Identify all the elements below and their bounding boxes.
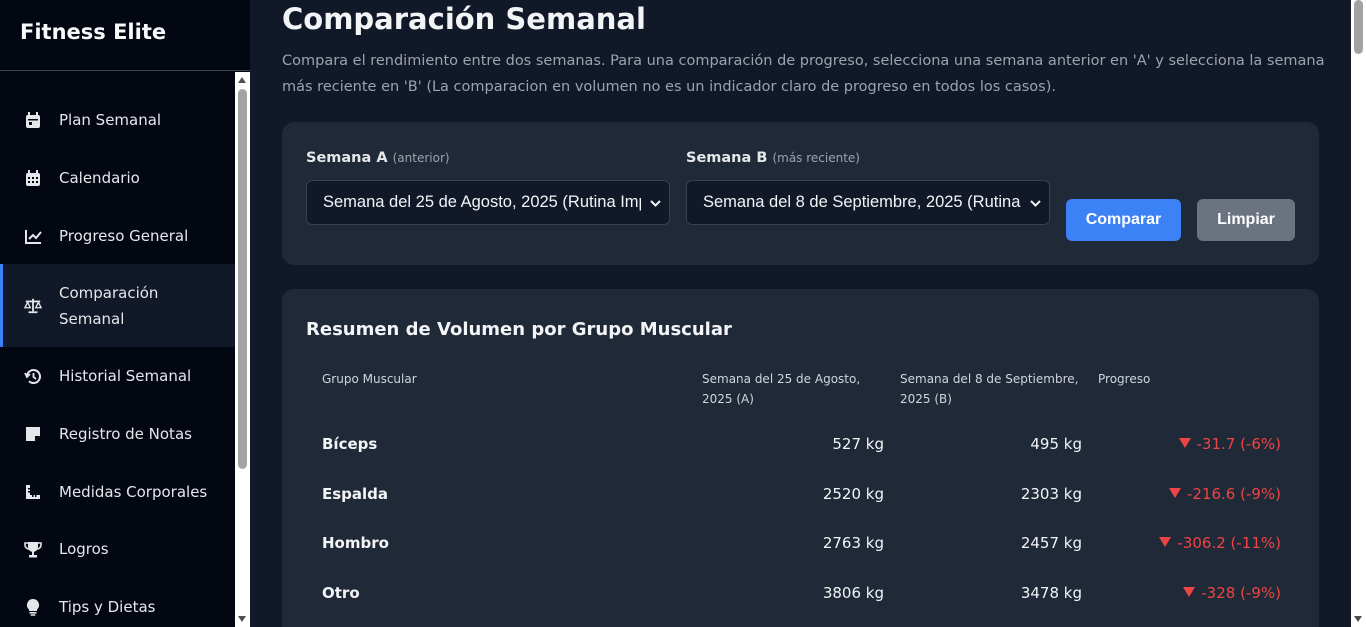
chevron-down-icon [641, 196, 669, 210]
progress-cell: -306.2 (-11%) [1159, 533, 1281, 553]
sidebar-scrollbar-thumb[interactable] [238, 89, 247, 469]
sidebar-item-label: Comparación Semanal [59, 283, 159, 328]
progress-cell: -31.7 (-6%) [1178, 434, 1282, 454]
week-b-select[interactable]: Semana del 8 de Septiembre, 2025 (Rutina… [686, 180, 1050, 225]
triangle-down-icon [1159, 537, 1172, 547]
week-b-volume-cell: 495 kg [1030, 435, 1082, 453]
week-a-label-text: Semana A [306, 150, 388, 166]
scroll-up-arrow-icon[interactable] [238, 77, 246, 83]
page-description: Compara el rendimiento entre dos semanas… [282, 53, 1325, 95]
clear-button[interactable]: Limpiar [1197, 199, 1295, 241]
progress-cell: -328 (-9%) [1183, 583, 1281, 603]
sidebar-item-comparacion-semanal[interactable]: Comparación Semanal [0, 264, 235, 347]
main-content: Comparación Semanal Compara el rendimien… [250, 0, 1351, 627]
sidebar-scrollbar[interactable] [235, 72, 250, 627]
sidebar-item-label: Tips y Dietas [59, 598, 156, 616]
triangle-down-icon [1183, 587, 1196, 597]
sidebar-item-registro-de-notas[interactable]: Registro de Notas [0, 409, 235, 459]
sidebar-item-progreso-general[interactable]: Progreso General [0, 211, 235, 261]
muscle-group-cell: Bíceps [322, 435, 378, 453]
sidebar-item-label: Logros [59, 540, 109, 558]
lightbulb-icon [24, 598, 42, 616]
sidebar-nav: Plan Semanal Calendario Progreso General… [0, 72, 235, 627]
volume-summary-card: Resumen de Volumen por Grupo Muscular Gr… [282, 289, 1319, 627]
chevron-down-icon [1021, 196, 1049, 210]
week-a-volume-cell: 527 kg [832, 435, 884, 453]
table-row: Hombro 2763 kg 2457 kg -306.2 (-11%) [282, 533, 1319, 573]
week-a-volume-cell: 2520 kg [822, 485, 884, 503]
week-a-select-value: Semana del 25 de Agosto, 2025 (Rutina Im… [323, 193, 641, 211]
summary-title: Resumen de Volumen por Grupo Muscular [306, 319, 732, 340]
column-header-muscle: Grupo Muscular [322, 372, 417, 386]
week-a-hint: (anterior) [392, 151, 450, 165]
week-a-volume-cell: 3806 kg [822, 584, 884, 602]
page-scrollbar-thumb[interactable] [1354, 0, 1363, 54]
compare-button[interactable]: Comparar [1066, 199, 1181, 241]
table-row: Otro 3806 kg 3478 kg -328 (-9%) [282, 583, 1319, 623]
week-b-label: Semana B (más reciente) [686, 150, 860, 166]
note-icon [24, 425, 42, 443]
week-a-select[interactable]: Semana del 25 de Agosto, 2025 (Rutina Im… [306, 180, 670, 225]
sidebar: Fitness Elite Plan Semanal Calendario Pr… [0, 0, 250, 627]
page-scrollbar[interactable] [1351, 0, 1366, 627]
week-a-volume-cell: 2763 kg [822, 534, 884, 552]
table-row: Espalda 2520 kg 2303 kg -216.6 (-9%) [282, 484, 1319, 524]
week-a-label: Semana A (anterior) [306, 150, 450, 166]
column-header-week-a: Semana del 25 de Agosto, 2025 (A) [702, 372, 861, 406]
ruler-icon [24, 483, 42, 501]
table-row: Bíceps 527 kg 495 kg -31.7 (-6%) [282, 434, 1319, 474]
progress-value: -306.2 (-11%) [1177, 534, 1281, 552]
scroll-down-arrow-icon[interactable] [1354, 616, 1362, 622]
sidebar-item-label: Progreso General [59, 227, 189, 245]
week-b-label-text: Semana B [686, 150, 768, 166]
sidebar-item-medidas-corporales[interactable]: Medidas Corporales [0, 467, 235, 517]
scale-balance-icon [24, 297, 42, 315]
triangle-down-icon [1168, 488, 1181, 498]
muscle-group-cell: Otro [322, 584, 360, 602]
sidebar-item-label: Registro de Notas [59, 425, 192, 443]
progress-value: -216.6 (-9%) [1186, 485, 1281, 503]
column-header-progress: Progreso [1098, 372, 1151, 386]
muscle-group-cell: Hombro [322, 534, 389, 552]
sidebar-item-label: Medidas Corporales [59, 483, 208, 501]
sidebar-item-label: Calendario [59, 169, 140, 187]
sidebar-item-historial-semanal[interactable]: Historial Semanal [0, 351, 235, 401]
muscle-group-cell: Espalda [322, 485, 389, 503]
week-selector-card: Semana A (anterior) Semana del 25 de Ago… [282, 122, 1319, 265]
sidebar-item-calendario[interactable]: Calendario [0, 153, 235, 203]
progress-value: -31.7 (-6%) [1196, 435, 1282, 453]
triangle-down-icon [1178, 438, 1191, 448]
week-b-volume-cell: 3478 kg [1020, 584, 1082, 602]
line-chart-icon [24, 227, 42, 245]
trophy-icon [24, 540, 42, 558]
sidebar-item-label: Historial Semanal [59, 367, 192, 385]
sidebar-item-label: Plan Semanal [59, 111, 162, 129]
column-header-week-b: Semana del 8 de Septiembre, 2025 (B) [900, 372, 1079, 406]
progress-cell: -216.6 (-9%) [1168, 484, 1281, 504]
progress-value: -328 (-9%) [1201, 584, 1281, 602]
week-b-hint: (más reciente) [772, 151, 860, 165]
page-title: Comparación Semanal [282, 2, 646, 36]
scroll-down-arrow-icon[interactable] [238, 616, 246, 622]
sidebar-item-tips-y-dietas[interactable]: Tips y Dietas [0, 582, 235, 627]
calendar-day-icon [24, 111, 42, 129]
calendar-icon [24, 169, 42, 187]
history-icon [24, 367, 42, 385]
sidebar-item-logros[interactable]: Logros [0, 524, 235, 574]
sidebar-item-plan-semanal[interactable]: Plan Semanal [0, 95, 235, 145]
week-b-volume-cell: 2303 kg [1020, 485, 1082, 503]
brand-title: Fitness Elite [0, 0, 250, 71]
week-b-volume-cell: 2457 kg [1020, 534, 1082, 552]
week-b-select-value: Semana del 8 de Septiembre, 2025 (Rutina… [703, 193, 1021, 211]
